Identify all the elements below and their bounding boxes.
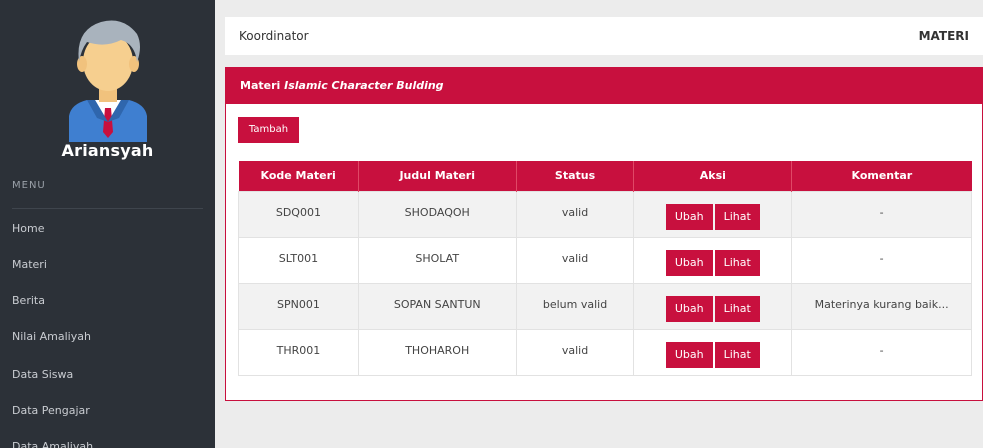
table-row: SPN001 SOPAN SANTUN belum valid Ubah Liha… <box>238 282 972 330</box>
sidebar-item-data-amaliyah[interactable]: Data Amalivah <box>12 440 93 448</box>
panel-title-italic: Islamic Character Bulding <box>284 79 444 92</box>
table-row: THR001 THOHAROH valid Ubah Lihat - <box>238 328 972 376</box>
materi-panel: Materi Islamic Character Bulding Tambah … <box>225 67 983 401</box>
cell-status: belum valid <box>515 282 635 330</box>
cell-judul: SOPAN SANTUN <box>357 282 517 330</box>
sidebar-item-data-pengajar[interactable]: Data Pengajar <box>12 404 90 417</box>
cell-status: valid <box>515 236 635 284</box>
user-name: Ariansyah <box>61 141 154 160</box>
sidebar-item-home[interactable]: Home <box>12 222 44 235</box>
cell-judul: THOHAROH <box>357 328 517 376</box>
view-button[interactable]: Lihat <box>714 249 760 276</box>
cell-komentar: - <box>791 236 972 284</box>
table-header-row: Kode Materi Judul Materi Status Aksi Kom… <box>238 161 972 191</box>
header-judul-materi: Judul Materi <box>358 161 517 191</box>
view-button[interactable]: Lihat <box>714 295 760 322</box>
header-kode-materi: Kode Materi <box>238 161 359 191</box>
panel-title-prefix: Materi <box>240 79 281 92</box>
sidebar-item-nilai-amaliyah[interactable]: Nilai Amaliyah <box>12 330 91 343</box>
cell-kode: SDQ001 <box>238 190 359 238</box>
edit-button[interactable]: Ubah <box>665 203 713 230</box>
cell-aksi: Ubah Lihat <box>633 190 793 238</box>
edit-button[interactable]: Ubah <box>665 341 713 368</box>
materi-table: Kode Materi Judul Materi Status Aksi Kom… <box>238 161 972 376</box>
cell-komentar: - <box>791 328 972 376</box>
cell-judul: SHODAQOH <box>357 190 517 238</box>
cell-komentar: - <box>791 190 972 238</box>
table-row: SLT001 SHOLAT valid Ubah Lihat - <box>238 236 972 284</box>
cell-aksi: Ubah Lihat <box>633 282 793 330</box>
cell-komentar: Materinya kurang baik... <box>791 282 972 330</box>
menu-divider <box>12 208 203 209</box>
header-komentar: Komentar <box>791 161 972 191</box>
view-button[interactable]: Lihat <box>714 341 760 368</box>
cell-status: valid <box>515 190 635 238</box>
table-row: SDQ001 SHODAQOH valid Ubah Lihat - <box>238 190 972 238</box>
cell-kode: THR001 <box>238 328 359 376</box>
edit-button[interactable]: Ubah <box>665 249 713 276</box>
cell-aksi: Ubah Lihat <box>633 328 793 376</box>
header-aksi: Aksi <box>633 161 793 191</box>
panel-header: Materi Islamic Character Bulding <box>226 68 982 104</box>
user-avatar-icon <box>69 20 147 142</box>
page-title: MATERI <box>918 29 969 43</box>
topbar: Koordinator MATERI <box>225 17 983 55</box>
cell-kode: SLT001 <box>238 236 359 284</box>
cell-aksi: Ubah Lihat <box>633 236 793 284</box>
edit-button[interactable]: Ubah <box>665 295 713 322</box>
sidebar: Ariansyah MENU Home Materi Berita Nilai … <box>0 0 215 448</box>
add-button[interactable]: Tambah <box>238 117 299 143</box>
sidebar-item-data-siswa[interactable]: Data Siswa <box>12 368 73 381</box>
cell-judul: SHOLAT <box>357 236 517 284</box>
sidebar-item-materi[interactable]: Materi <box>12 258 47 271</box>
menu-title: MENU <box>12 180 46 191</box>
view-button[interactable]: Lihat <box>714 203 760 230</box>
cell-status: valid <box>515 328 635 376</box>
main-content: Koordinator MATERI Materi Islamic Charac… <box>225 0 983 448</box>
role-label: Koordinator <box>239 29 309 43</box>
user-avatar <box>61 8 155 142</box>
sidebar-item-berita[interactable]: Berita <box>12 294 45 307</box>
cell-kode: SPN001 <box>238 282 359 330</box>
header-status: Status <box>516 161 635 191</box>
